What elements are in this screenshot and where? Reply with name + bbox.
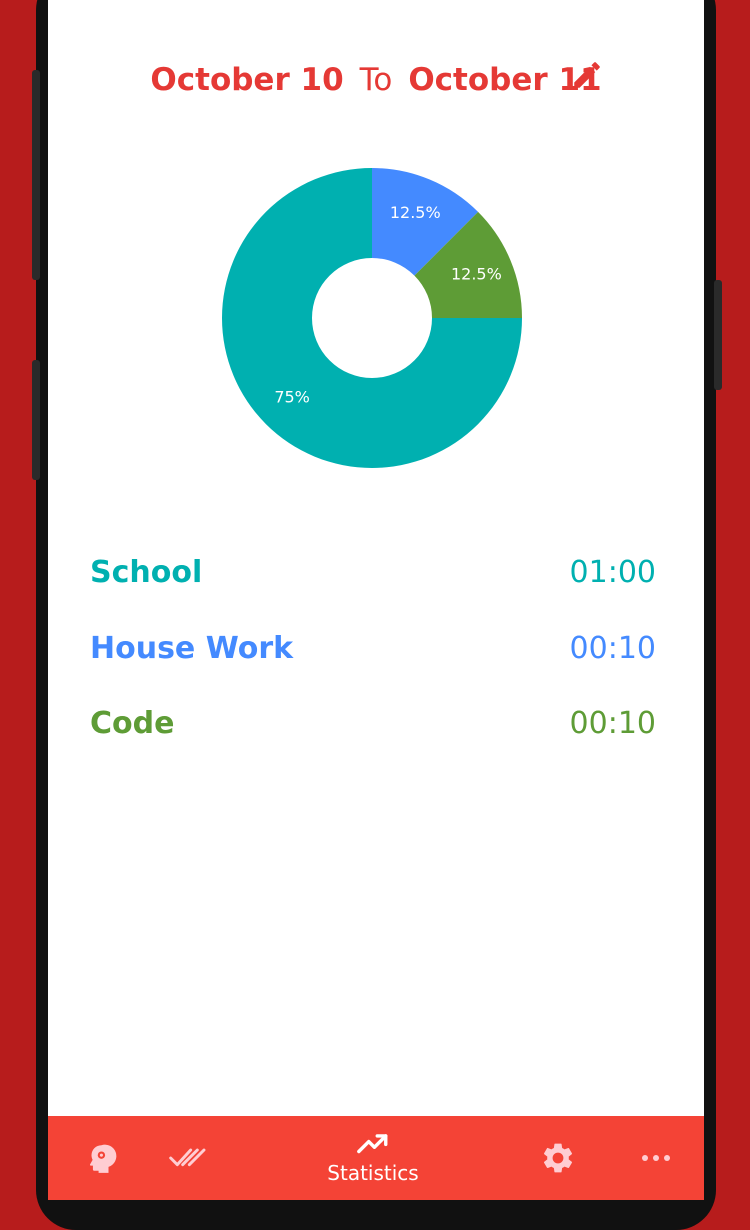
from-date[interactable]: October 10: [150, 62, 343, 98]
double-check-icon: [169, 1148, 206, 1167]
nav-item-tasks[interactable]: [146, 1116, 230, 1200]
trending-up-icon: [357, 1134, 388, 1154]
category-name: Code: [90, 706, 175, 741]
app-screen: October 10 To October 11 12.5% 12.5% 75% Sch…: [48, 0, 704, 1200]
phone-volume-button: [32, 70, 40, 280]
pie-label: 12.5%: [451, 264, 502, 283]
range-separator: To: [359, 62, 393, 98]
bottom-navigation: Statistics: [48, 1116, 704, 1200]
pie-label: 12.5%: [390, 203, 441, 222]
category-time: 00:10: [569, 706, 656, 741]
date-range[interactable]: October 10 To October 11: [48, 58, 704, 102]
nav-item-statistics[interactable]: Statistics: [310, 1116, 436, 1200]
category-time: 00:10: [569, 631, 656, 666]
pie-label: 75%: [274, 387, 310, 406]
legend-row-house-work[interactable]: House Work 00:10: [90, 626, 656, 672]
more-horizontal-icon: [642, 1155, 670, 1161]
head-profile-icon: [89, 1144, 117, 1173]
nav-item-brain[interactable]: [58, 1116, 142, 1200]
legend-row-code[interactable]: Code 00:10: [90, 701, 656, 747]
time-distribution-donut-chart: 12.5% 12.5% 75%: [222, 168, 522, 468]
gear-icon: [543, 1143, 573, 1173]
phone-power-button: [714, 280, 722, 390]
category-name: School: [90, 555, 203, 590]
nav-item-settings[interactable]: [516, 1116, 600, 1200]
nav-item-more[interactable]: [614, 1116, 698, 1200]
nav-label-statistics: Statistics: [327, 1161, 419, 1185]
category-time: 01:00: [569, 555, 656, 590]
category-name: House Work: [90, 631, 294, 666]
phone-side-button: [32, 360, 40, 480]
legend-row-school[interactable]: School 01:00: [90, 550, 656, 596]
pencil-icon[interactable]: [570, 58, 604, 92]
